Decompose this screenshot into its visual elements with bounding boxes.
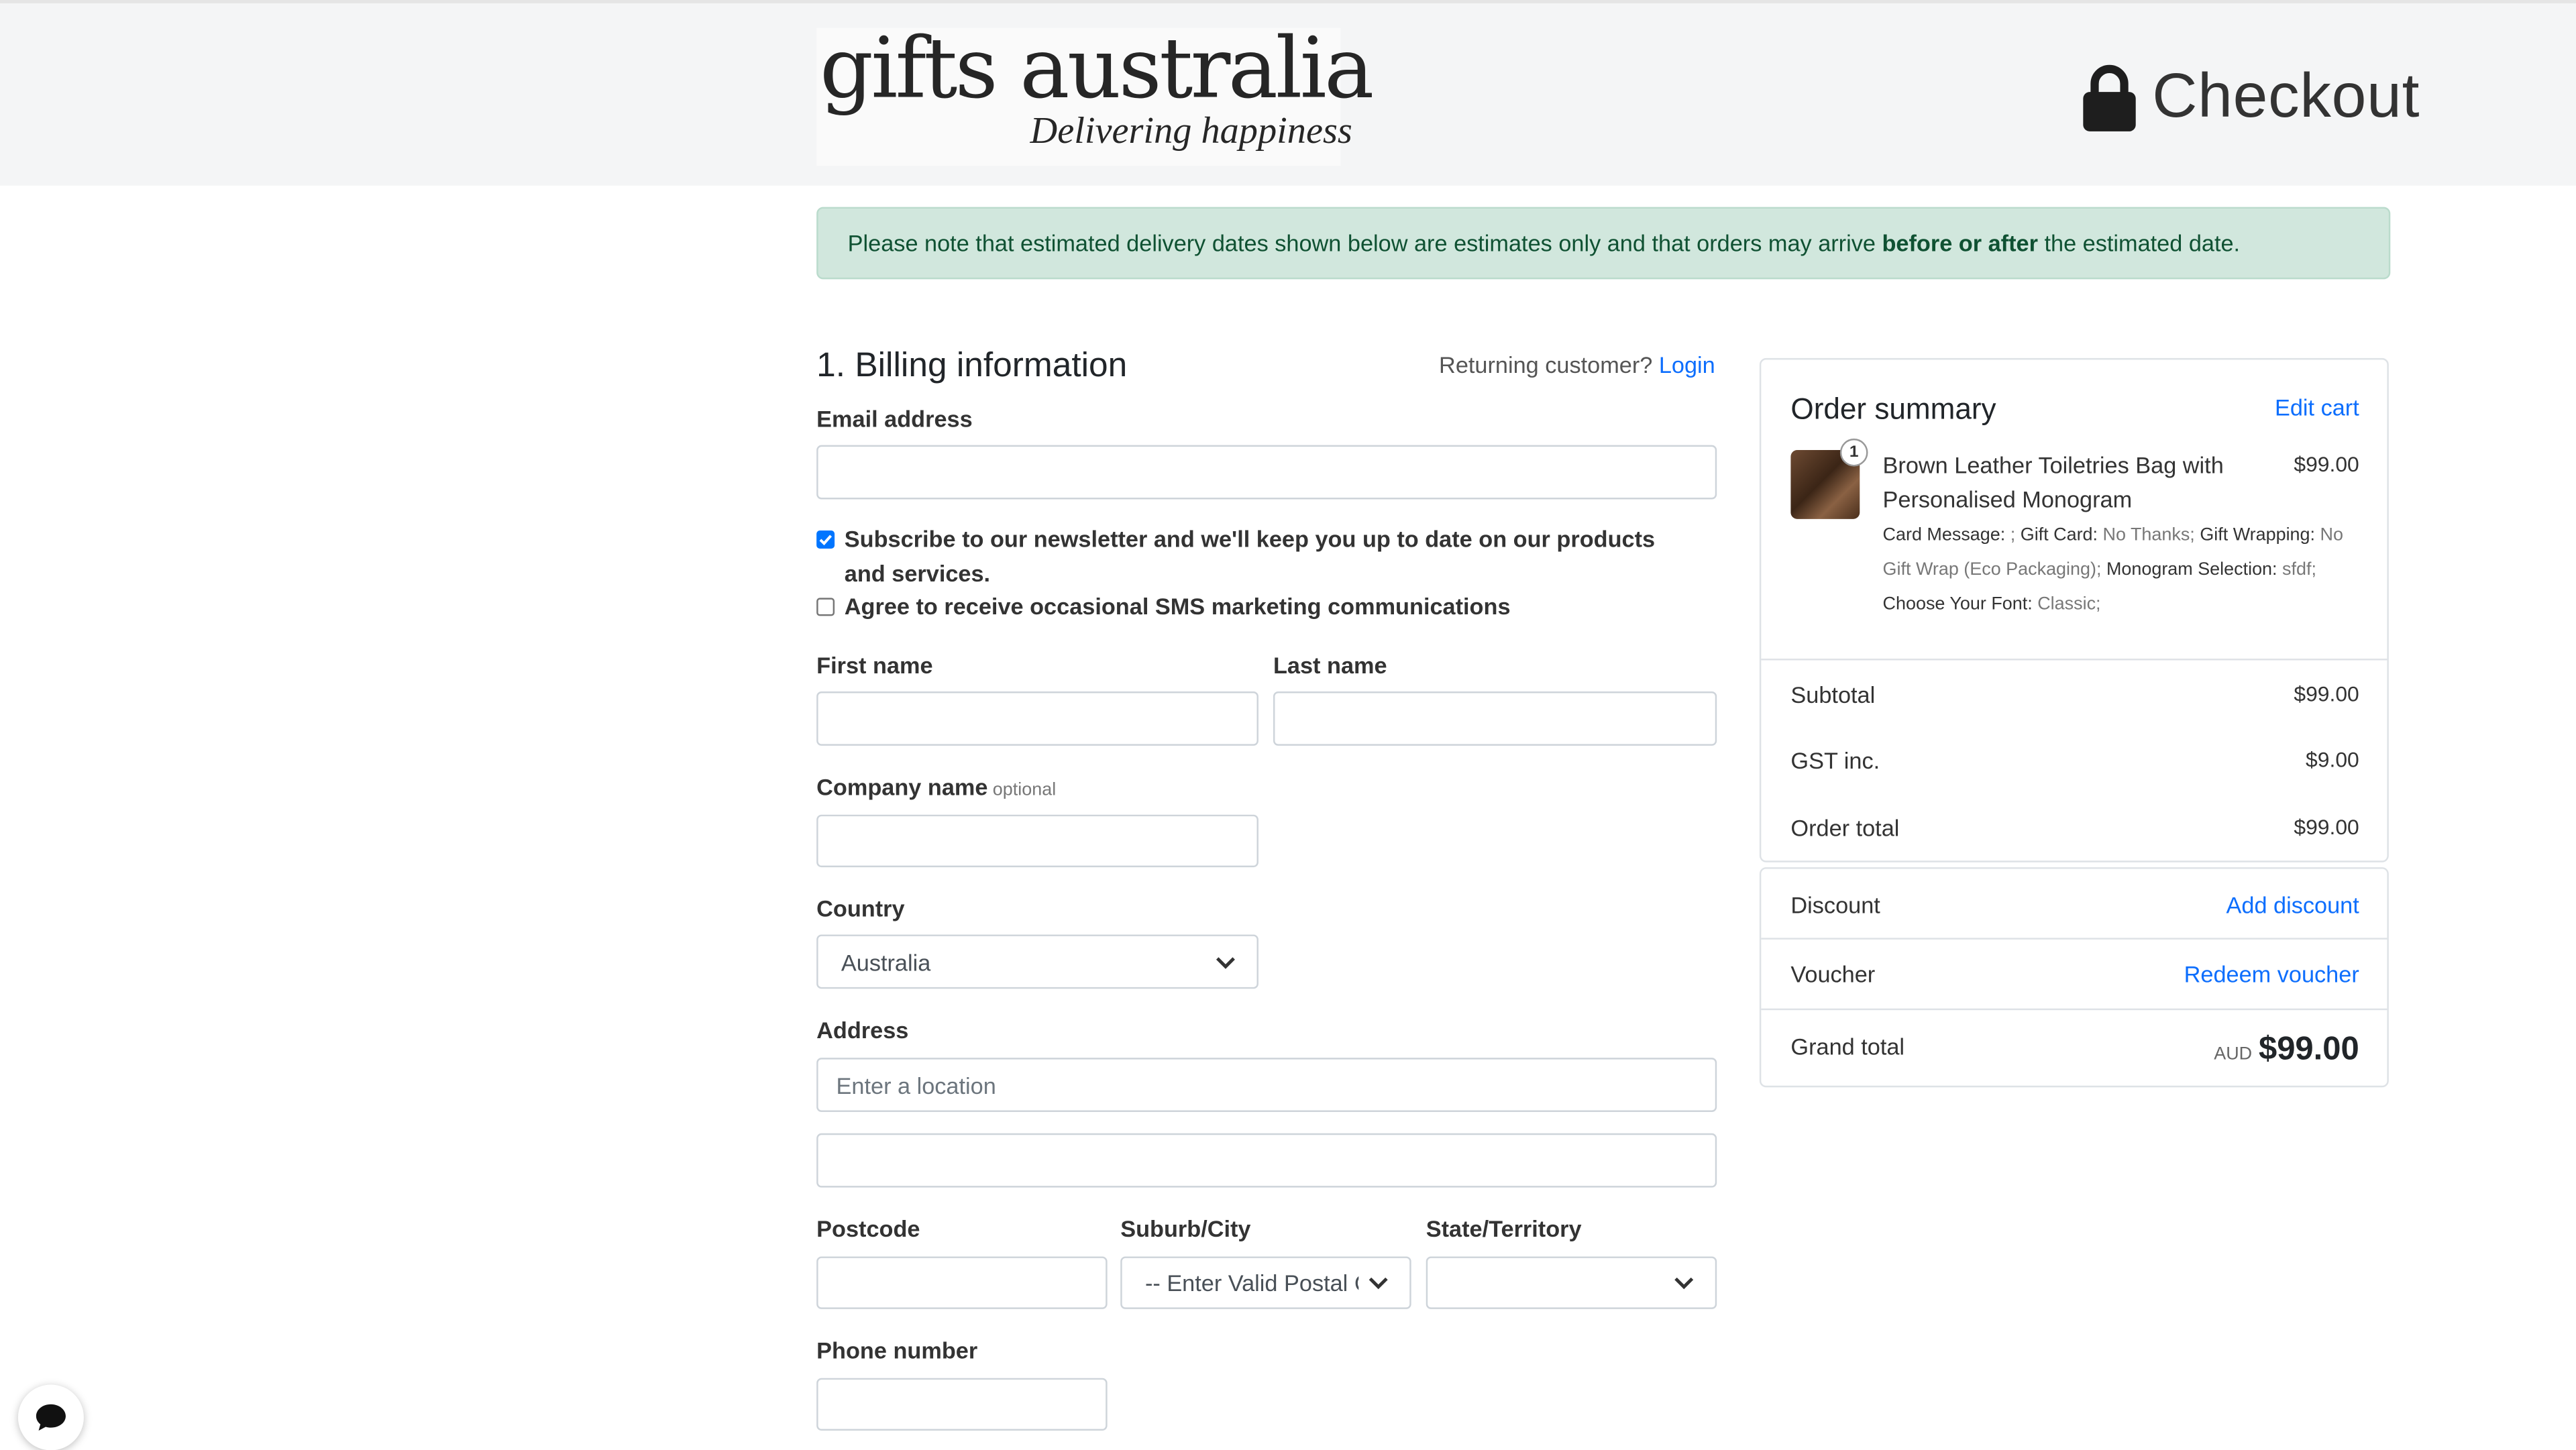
notice-text-bold: before or after bbox=[1882, 229, 2038, 257]
lock-icon bbox=[2083, 64, 2136, 131]
returning-customer-text: Returning customer? bbox=[1439, 351, 1653, 378]
summary-divider bbox=[1761, 659, 2387, 661]
chat-bubble-icon bbox=[36, 1404, 66, 1431]
chevron-down-icon bbox=[1216, 956, 1235, 968]
grand-total-amount: AUD $99.00 bbox=[2214, 1031, 2359, 1069]
sms-label: Agree to receive occasional SMS marketin… bbox=[844, 593, 1511, 620]
email-field[interactable] bbox=[816, 445, 1717, 500]
brand-logo[interactable]: gifts australia Delivering happiness bbox=[816, 21, 1374, 166]
option-label: Monogram Selection: bbox=[2106, 560, 2277, 580]
voucher-label: Voucher bbox=[1790, 960, 1876, 987]
edit-cart-link[interactable]: Edit cart bbox=[2275, 394, 2359, 421]
login-link[interactable]: Login bbox=[1659, 351, 1715, 378]
company-label-text: Company name bbox=[816, 773, 988, 800]
grand-total-row: Grand total AUD $99.00 bbox=[1761, 1010, 2387, 1086]
quantity-badge: 1 bbox=[1839, 438, 1868, 467]
subtotal-label: Subtotal bbox=[1790, 681, 1876, 708]
logo-tagline: Delivering happiness bbox=[1030, 110, 1352, 152]
option-label: Card Message: bbox=[1882, 525, 2006, 546]
product-options: Card Message: ; Gift Card: No Thanks; Gi… bbox=[1883, 519, 2359, 622]
order-summary-title: Order summary bbox=[1790, 392, 1996, 426]
email-label: Email address bbox=[816, 405, 973, 433]
panel-divider bbox=[1761, 938, 2387, 940]
order-total-label: Order total bbox=[1790, 814, 1900, 841]
option-label: Gift Wrapping: bbox=[2200, 525, 2316, 546]
redeem-voucher-link[interactable]: Redeem voucher bbox=[2184, 961, 2359, 987]
newsletter-label: Subscribe to our newsletter and we'll ke… bbox=[844, 525, 1656, 587]
suburb-value: -- Enter Valid Postal C bbox=[1144, 1270, 1359, 1296]
option-value: Classic; bbox=[2037, 594, 2101, 614]
order-summary: Order summary Edit cart 1 Brown Leather … bbox=[1759, 357, 2389, 862]
country-select[interactable]: Australia bbox=[816, 934, 1258, 989]
optional-tag: optional bbox=[992, 780, 1057, 800]
newsletter-option[interactable]: Subscribe to our newsletter and we'll ke… bbox=[816, 522, 1670, 592]
chat-button[interactable] bbox=[17, 1384, 84, 1450]
gst-value: $9.00 bbox=[2306, 747, 2359, 773]
grand-total-value: $99.00 bbox=[2258, 1031, 2359, 1068]
address-line2-field[interactable] bbox=[816, 1133, 1717, 1188]
notice-text-before: Please note that estimated delivery date… bbox=[847, 229, 1882, 257]
notice-text-after: the estimated date. bbox=[2037, 229, 2241, 257]
checkout-heading: Checkout bbox=[2080, 62, 2420, 133]
postcode-field[interactable] bbox=[816, 1256, 1108, 1309]
first-name-field[interactable] bbox=[816, 691, 1258, 746]
delivery-notice: Please note that estimated delivery date… bbox=[816, 207, 2391, 280]
site-header: gifts australia Delivering happiness Che… bbox=[0, 0, 2576, 186]
country-value: Australia bbox=[841, 948, 931, 975]
address-line1-field[interactable] bbox=[816, 1058, 1717, 1112]
logo-wordmark: gifts australia bbox=[820, 21, 1374, 119]
option-label: Gift Card: bbox=[2020, 525, 2098, 546]
returning-customer: Returning customer? Login bbox=[1439, 351, 1715, 378]
option-label: Choose Your Font: bbox=[1882, 594, 2033, 614]
checkmark-icon bbox=[819, 535, 833, 546]
sms-checkbox[interactable] bbox=[816, 598, 835, 616]
currency-code: AUD bbox=[2214, 1044, 2253, 1064]
option-value: sfdf; bbox=[2282, 560, 2316, 580]
add-discount-link[interactable]: Add discount bbox=[2226, 892, 2359, 918]
postcode-label: Postcode bbox=[816, 1215, 920, 1242]
grand-total-label: Grand total bbox=[1790, 1033, 1905, 1060]
discount-label: Discount bbox=[1790, 891, 1880, 918]
phone-label: Phone number bbox=[816, 1337, 978, 1363]
first-name-label: First name bbox=[816, 652, 933, 679]
suburb-label: Suburb/City bbox=[1120, 1215, 1251, 1242]
address-label: Address bbox=[816, 1016, 909, 1044]
last-name-label: Last name bbox=[1273, 652, 1387, 679]
state-select[interactable] bbox=[1426, 1256, 1717, 1309]
company-label: Company name optional bbox=[816, 773, 1056, 799]
chevron-down-icon bbox=[1368, 1277, 1388, 1290]
newsletter-checkbox[interactable] bbox=[816, 531, 835, 549]
billing-section-title: 1. Billing information bbox=[816, 346, 1128, 385]
last-name-field[interactable] bbox=[1273, 691, 1717, 746]
checkout-title: Checkout bbox=[2152, 62, 2420, 131]
option-value: ; bbox=[2010, 525, 2016, 546]
gst-label: GST inc. bbox=[1790, 747, 1880, 774]
product-price: $99.00 bbox=[2294, 451, 2359, 477]
sms-option[interactable]: Agree to receive occasional SMS marketin… bbox=[816, 590, 1511, 624]
discount-voucher-panel: Discount Add discount Voucher Redeem vou… bbox=[1759, 867, 2389, 1088]
option-value: No Thanks; bbox=[2102, 525, 2195, 546]
suburb-select[interactable]: -- Enter Valid Postal C bbox=[1120, 1256, 1411, 1309]
chevron-down-icon bbox=[1674, 1277, 1694, 1290]
company-field[interactable] bbox=[816, 814, 1258, 868]
product-name: Brown Leather Toiletries Bag with Person… bbox=[1882, 451, 2224, 513]
order-total-value: $99.00 bbox=[2294, 814, 2359, 840]
state-label: State/Territory bbox=[1426, 1215, 1582, 1242]
phone-field[interactable] bbox=[816, 1378, 1108, 1431]
country-label: Country bbox=[816, 895, 905, 922]
subtotal-value: $99.00 bbox=[2294, 681, 2359, 707]
